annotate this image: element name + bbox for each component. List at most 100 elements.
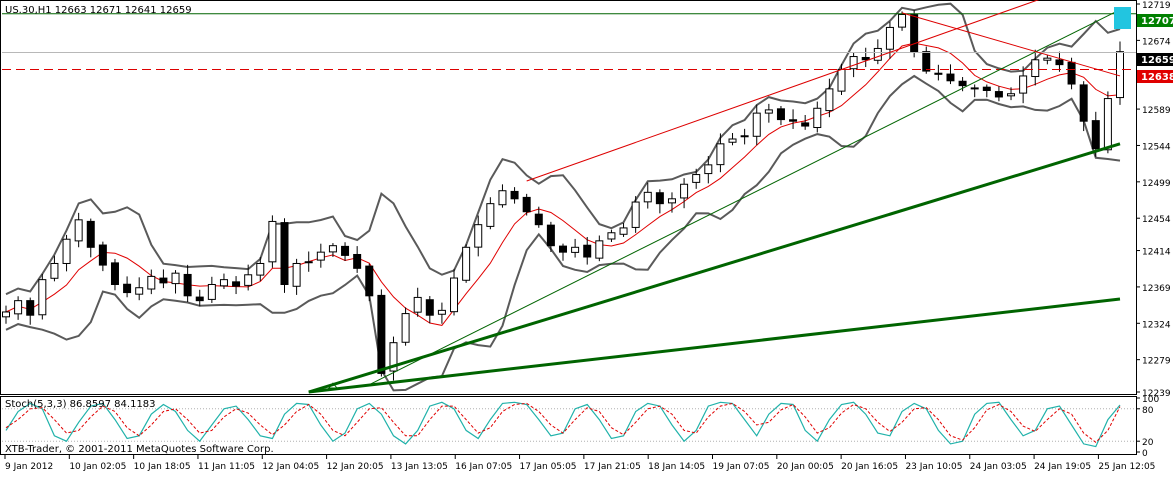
candle-body [1079,84,1088,122]
stoch-tick-label: 80 [1142,406,1154,416]
candle-body [328,245,337,253]
time-tick-label: 24 Jan 19:05 [1034,462,1091,472]
candle-body [413,296,422,313]
time-tick-label: 18 Jan 14:05 [648,462,705,472]
candle-body [50,262,59,279]
stoch-axis: 10080 200 [1136,395,1159,459]
candle-body [571,246,580,253]
candle-body [510,190,519,200]
candle-body [341,245,350,256]
candle-body [244,274,253,286]
time-tick-label: 11 Jan 11:05 [198,462,255,472]
candle-body [934,72,943,75]
candle-body [801,122,810,127]
candle-body [219,279,228,287]
candle-body [849,56,858,70]
svg-text:12707: 12707 [1141,16,1173,27]
time-axis: 9 Jan 2012 10 Jan 02:05 10 Jan 18:05 11 Jan… [4,455,1155,472]
main-chart-frame [0,0,1137,395]
candle-body [982,86,991,91]
candle-body [559,245,567,253]
candle-body [486,203,495,227]
candle-body [316,251,325,261]
candle-body [728,138,737,143]
candle-body [74,219,83,242]
candle-body [789,119,798,122]
candle-body [292,262,301,287]
stoch-tick-label: 100 [1142,395,1159,405]
candle-body [655,192,664,205]
candle-body [1043,57,1052,61]
price-tick-label: 12674 [1142,37,1171,47]
time-tick-label: 20 Jan 16:05 [841,462,898,472]
candle-body [898,14,907,28]
candle-body [946,73,955,82]
candle-body [1007,93,1016,97]
price-tick-label: 12719 [1142,1,1171,11]
candle-body [232,281,241,287]
candle-body [365,265,374,297]
candle-body [450,277,459,313]
candle-body [38,279,47,316]
candle-body [1091,120,1100,150]
time-tick-label: 12 Jan 20:05 [327,462,384,472]
price-tick-label: 12414 [1142,248,1171,258]
candle-body [377,294,386,374]
time-tick-label: 23 Jan 10:05 [905,462,962,472]
time-tick-label: 13 Jan 13:05 [391,462,448,472]
candle-body [667,198,676,204]
candle-body [1055,59,1064,66]
candle-body [522,196,531,213]
candle-body [704,164,713,175]
candle-body [740,135,749,138]
candle-body [607,232,616,240]
price-tick-label: 12499 [1142,179,1171,189]
time-tick-label: 25 Jan 12:05 [1098,462,1155,472]
candle-body [401,313,410,343]
price-tick-label: 12369 [1142,284,1171,294]
candle-body [825,88,834,112]
price-tick-label: 12589 [1142,106,1171,116]
candle-body [692,174,701,183]
candle-body [135,287,144,295]
candle-body [498,190,507,206]
alert-marker[interactable] [1114,7,1131,29]
price-tick-label: 12454 [1142,215,1171,225]
candle-body [14,300,23,315]
candle-body [268,220,277,263]
candle-body [595,240,604,259]
candle-body [958,80,967,87]
candle-body [752,112,761,137]
candle-body [994,91,1003,98]
stoch-header: Stoch(5,3,3) 86.8597 84.1183 [5,399,156,410]
candle-body [813,107,822,129]
candle-body [474,224,483,248]
svg-text:12659: 12659 [1141,55,1173,66]
candle-body [304,261,313,264]
candle-body [437,309,446,315]
price-tick-label: 12279 [1142,357,1171,367]
candle-body [62,238,71,264]
time-tick-label: 17 Jan 05:05 [520,462,577,472]
candle-body [353,253,362,269]
time-tick-label: 17 Jan 21:05 [584,462,641,472]
candle-body [970,87,979,90]
candle-body [1116,51,1124,99]
candle-body [159,277,168,284]
candle-body [1031,59,1040,78]
stoch-tick-label: 20 [1142,438,1154,448]
candle-body [147,275,156,290]
copyright-text: XTB-Trader, © 2001-2011 MetaQuotes Softw… [5,444,274,455]
svg-text:12638: 12638 [1141,72,1173,83]
symbol-header: US.30,H1 12663 12671 12641 12659 [5,5,192,16]
candle-body [1103,98,1112,151]
candle-body [1067,61,1076,85]
candle-body [764,109,773,114]
candle-body [873,47,882,61]
chart-canvas[interactable]: 1271912674126291258912544124991245412414… [0,0,1173,474]
time-tick-label: 19 Jan 07:05 [713,462,770,472]
candle-body [776,108,785,121]
time-tick-label: 10 Jan 02:05 [69,462,126,472]
candle-body [837,68,846,92]
price-label-current: 12659 [1137,53,1173,66]
